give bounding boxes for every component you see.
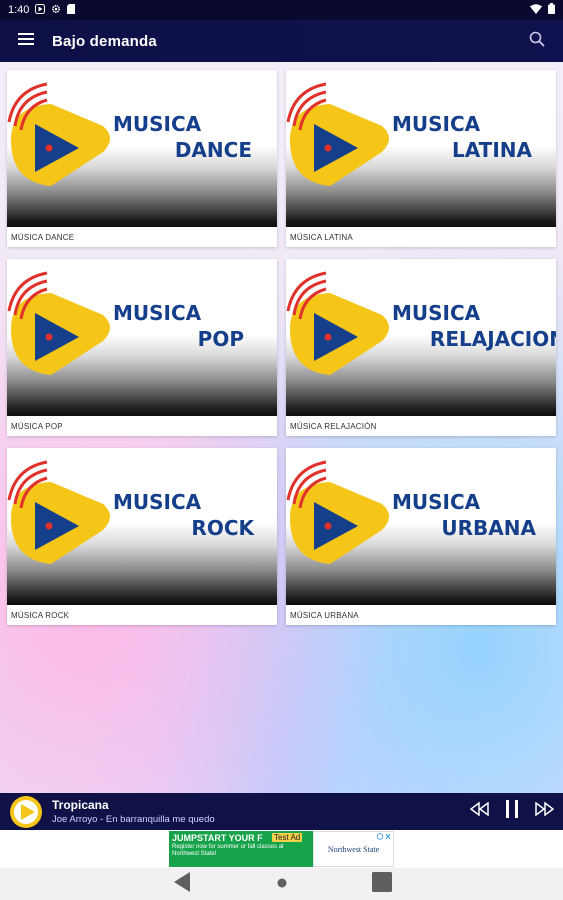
category-logo-genre: ROCK <box>191 516 254 540</box>
search-icon <box>529 31 545 52</box>
category-card[interactable]: MUSICA LATINA MÚSICA LATINA <box>286 70 556 247</box>
search-button[interactable] <box>511 20 563 62</box>
radio-play-logo-icon <box>286 82 389 186</box>
category-grid: MUSICA DANCE MÚSICA DANCE MUSICA LATINA … <box>7 70 556 625</box>
pause-icon <box>505 800 519 823</box>
page-title: Bajo demanda <box>52 32 157 50</box>
category-logo-text: MUSICA <box>113 112 202 136</box>
category-logo-genre: RELAJACION <box>429 327 556 351</box>
category-card[interactable]: MUSICA POP MÚSICA POP <box>7 259 277 436</box>
player-station: Tropicana <box>52 798 109 812</box>
battery-icon <box>548 3 555 17</box>
category-card[interactable]: MUSICA ROCK MÚSICA ROCK <box>7 448 277 625</box>
recents-button[interactable] <box>367 869 397 899</box>
test-ad-tag: Test Ad <box>272 833 303 842</box>
fast-forward-icon <box>534 801 555 821</box>
category-card[interactable]: MUSICA RELAJACION MÚSICA RELAJACIÓN <box>286 259 556 436</box>
radio-play-logo-icon <box>286 271 389 375</box>
category-caption: MÚSICA RELAJACIÓN <box>290 422 377 431</box>
wifi-icon <box>530 3 542 17</box>
category-caption: MÚSICA LATINA <box>290 233 353 242</box>
category-caption: MÚSICA DANCE <box>11 233 75 242</box>
system-nav-bar <box>0 868 563 900</box>
rewind-icon <box>469 801 490 821</box>
category-thumbnail: MUSICA URBANA <box>286 448 556 605</box>
play-store-icon <box>35 3 46 17</box>
category-card[interactable]: MUSICA DANCE MÚSICA DANCE <box>7 70 277 247</box>
player-artwork[interactable] <box>7 795 45 829</box>
home-circle-icon <box>277 875 287 893</box>
mini-player[interactable]: Tropicana Joe Arroyo - En barranquilla m… <box>0 793 563 830</box>
rewind-button[interactable] <box>469 801 491 823</box>
ad-creative[interactable]: JUMPSTART YOUR F Register now for summer… <box>169 831 394 867</box>
radio-play-logo-icon <box>286 460 389 564</box>
category-logo-text: MUSICA <box>392 112 481 136</box>
play-logo-icon <box>10 795 42 828</box>
category-caption: MÚSICA ROCK <box>11 611 70 620</box>
category-caption: MÚSICA URBANA <box>290 611 359 620</box>
category-thumbnail: MUSICA ROCK <box>7 448 277 605</box>
category-thumbnail: MUSICA LATINA <box>286 70 556 227</box>
category-thumbnail: MUSICA RELAJACION <box>286 259 556 416</box>
recents-square-icon <box>371 871 392 897</box>
category-logo-text: MUSICA <box>392 301 481 325</box>
category-thumbnail: MUSICA DANCE <box>7 70 277 227</box>
category-logo-genre: URBANA <box>441 516 536 540</box>
radio-play-logo-icon <box>7 271 110 375</box>
gear-icon <box>51 4 61 17</box>
home-button[interactable] <box>267 869 297 899</box>
back-triangle-icon <box>172 871 192 898</box>
category-card[interactable]: MUSICA URBANA MÚSICA URBANA <box>286 448 556 625</box>
fast-forward-button[interactable] <box>533 801 555 823</box>
category-logo-text: MUSICA <box>113 301 202 325</box>
category-logo-text: MUSICA <box>392 490 481 514</box>
menu-button[interactable] <box>0 20 52 62</box>
pause-button[interactable] <box>501 800 523 823</box>
status-bar: 1:40 <box>0 0 563 20</box>
radio-play-logo-icon <box>7 82 110 186</box>
content-area: MUSICA DANCE MÚSICA DANCE MUSICA LATINA … <box>0 62 563 793</box>
back-button[interactable] <box>167 869 197 899</box>
category-logo-text: MUSICA <box>113 490 202 514</box>
ad-info-icon[interactable] <box>376 833 391 842</box>
category-thumbnail: MUSICA POP <box>7 259 277 416</box>
ad-brand: Northwest State <box>327 844 380 854</box>
category-caption: MÚSICA POP <box>11 422 63 431</box>
sd-card-icon <box>67 3 76 17</box>
status-time: 1:40 <box>8 4 30 16</box>
app-bar: Bajo demanda <box>0 20 563 62</box>
ad-banner: JUMPSTART YOUR F Register now for summer… <box>0 830 563 868</box>
category-logo-genre: DANCE <box>174 138 252 162</box>
radio-play-logo-icon <box>7 460 110 564</box>
player-track: Joe Arroyo - En barranquilla me quedo <box>52 814 215 825</box>
hamburger-menu-icon <box>18 32 34 50</box>
category-logo-genre: LATINA <box>452 138 532 162</box>
ad-subtext: Register now for summer or fall classes … <box>172 844 284 857</box>
category-logo-genre: POP <box>197 327 244 351</box>
ad-right-panel: Northwest State <box>313 831 394 867</box>
